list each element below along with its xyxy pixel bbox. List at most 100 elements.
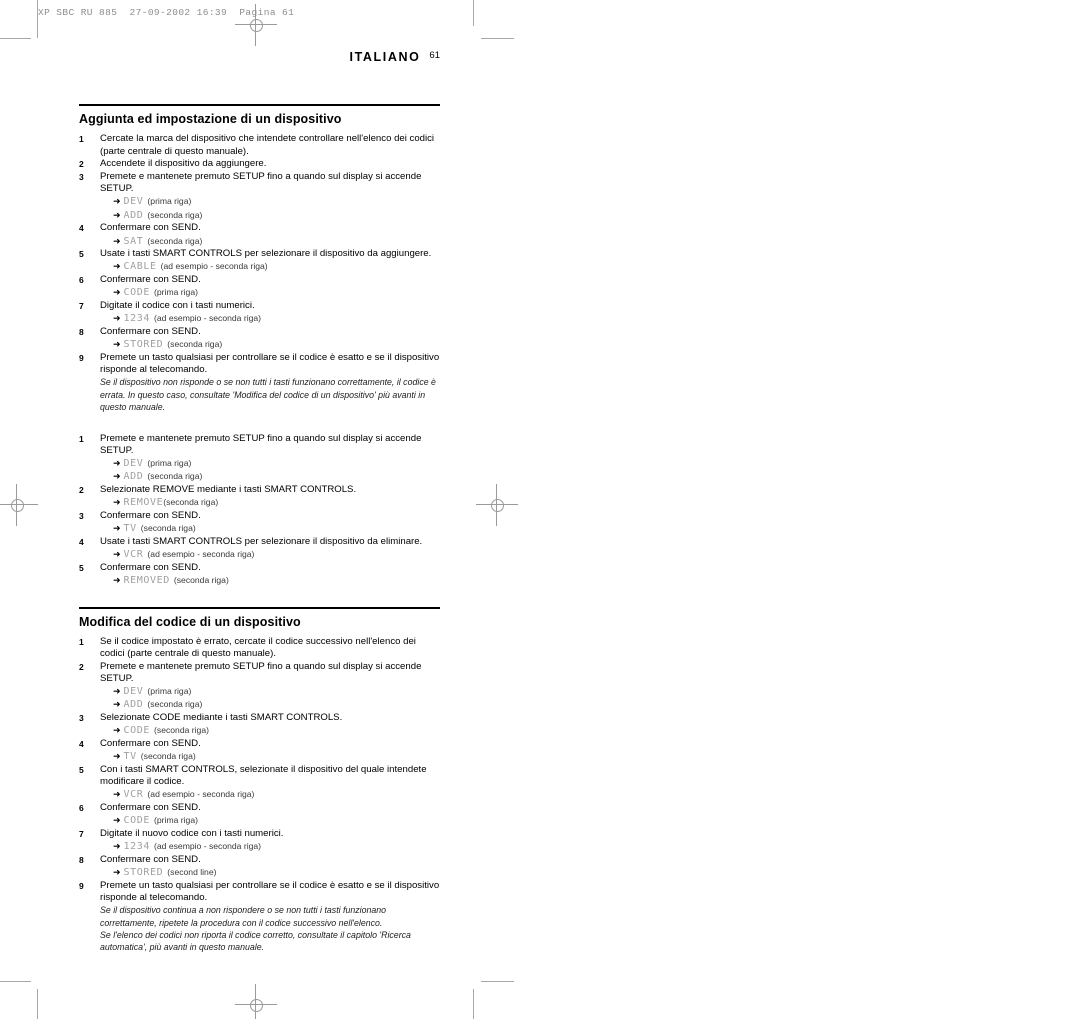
section-rule xyxy=(79,606,440,609)
display-line-note: (seconda riga) xyxy=(167,339,223,350)
display-line-note: (seconda riga) xyxy=(140,523,196,534)
step-item: 5 Confermare con SEND. ➜ REMOVED (seconda ri… xyxy=(79,562,440,587)
step-text: Confermare con SEND. xyxy=(100,738,201,750)
step-text: Usate i tasti SMART CONTROLS per selezio… xyxy=(100,535,423,547)
display-readout-line: ➜ ADD (seconda riga) xyxy=(113,209,440,222)
arrow-right-icon: ➜ xyxy=(113,313,121,324)
step-body: Digitate il codice con i tasti numerici.… xyxy=(100,300,440,325)
step-body: Cercate la marca del dispositivo che int… xyxy=(100,133,440,157)
step-item: 2 Accendete il dispositivo da aggiungere. xyxy=(79,158,440,170)
step-body: Confermare con SEND. ➜ TV (seconda riga) xyxy=(100,738,440,763)
lcd-display-text: 1234 xyxy=(123,841,151,853)
step-remark: Se l'elenco dei codici non riporta il co… xyxy=(100,929,411,953)
arrow-right-icon: ➜ xyxy=(113,458,121,469)
step-number: 8 xyxy=(79,854,84,865)
step-item: 1 Cercate la marca del dispositivo che in… xyxy=(79,133,440,157)
step-item: 8 Confermare con SEND. ➜ STORED (second line… xyxy=(79,854,440,879)
display-line-note: (prima riga) xyxy=(154,287,198,298)
step-body: Usate i tasti SMART CONTROLS per selezio… xyxy=(100,536,440,561)
registration-mark-left xyxy=(0,484,38,526)
step-item: 3 Selezionate CODE mediante i tasti SMART… xyxy=(79,712,440,737)
step-item: 7 Digitate il nuovo codice con i tasti nu… xyxy=(79,828,440,853)
arrow-right-icon: ➜ xyxy=(113,686,121,697)
page-content: Aggiunta ed impostazione di un dispositi… xyxy=(79,104,440,954)
display-readout-line: ➜ VCR (ad esempio - seconda riga) xyxy=(113,788,440,801)
arrow-right-icon: ➜ xyxy=(113,523,121,534)
arrow-right-icon: ➜ xyxy=(113,867,121,878)
step-item: 2 Premete e mantenete premuto SETUP fino … xyxy=(79,661,440,712)
lcd-display-text: SAT xyxy=(123,235,144,247)
arrow-right-icon: ➜ xyxy=(113,548,121,559)
step-number: 4 xyxy=(79,223,84,234)
display-line-note: (seconda riga) xyxy=(154,725,209,736)
arrow-right-icon: ➜ xyxy=(113,261,121,272)
step-text: Confermare con SEND. xyxy=(100,222,201,234)
display-readout-line: ➜ CODE (seconda riga) xyxy=(113,724,440,737)
display-line-note: (second line) xyxy=(167,867,217,878)
step-text: Premete e mantenete premuto SETUP fino a… xyxy=(100,170,422,195)
step-number: 1 xyxy=(79,636,84,647)
display-line-note: (ad esempio - seconda riga) xyxy=(154,841,262,852)
step-text: Digitate il nuovo codice con i tasti num… xyxy=(100,827,284,839)
display-line-note: (prima riga) xyxy=(147,196,192,207)
display-line-note: (seconda riga) xyxy=(147,209,203,220)
lcd-display-text: VCR xyxy=(123,789,144,801)
step-number: 9 xyxy=(79,352,84,363)
step-item: 9 Premete un tasto qualsiasi per controll… xyxy=(79,880,440,954)
step-item: 3 Premete e mantenete premuto SETUP fino … xyxy=(79,171,440,222)
step-number: 5 xyxy=(79,562,84,573)
arrow-right-icon: ➜ xyxy=(113,789,121,800)
step-text: Selezionate REMOVE mediante i tasti SMAR… xyxy=(100,483,357,495)
step-body: Confermare con SEND. ➜ REMOVED (seconda rig… xyxy=(100,562,440,587)
step-body: Premete e mantenete premuto SETUP fino a… xyxy=(100,661,440,712)
step-number: 2 xyxy=(79,159,84,170)
lcd-display-text: 1234 xyxy=(123,313,151,325)
step-text: Selezionate CODE mediante i tasti SMART … xyxy=(100,712,343,724)
step-body: Selezionate CODE mediante i tasti SMART … xyxy=(100,712,440,737)
arrow-right-icon: ➜ xyxy=(113,287,121,298)
display-line-note: (ad esempio - seconda riga) xyxy=(154,313,262,324)
display-line-note: (seconda riga) xyxy=(147,699,203,710)
crop-line-bottom-right-vertical xyxy=(473,989,474,1019)
step-text: Confermare con SEND. xyxy=(100,325,201,337)
step-number: 3 xyxy=(79,171,84,182)
lcd-display-text: TV xyxy=(123,523,137,535)
step-body: Selezionate REMOVE mediante i tasti SMAR… xyxy=(100,484,440,509)
step-number: 8 xyxy=(79,326,84,337)
step-item: 6 Confermare con SEND. ➜ CODE (prima riga) xyxy=(79,802,440,827)
step-number: 3 xyxy=(79,713,84,724)
running-head: ITALIANO 61 xyxy=(79,48,440,66)
display-readout-line: ➜ STORED (seconda riga) xyxy=(113,338,440,351)
display-readout-line: ➜ ADD (seconda riga) xyxy=(113,470,440,483)
step-text: Usate i tasti SMART CONTROLS per selezio… xyxy=(100,248,432,260)
step-number: 2 xyxy=(79,661,84,672)
lcd-display-text: CABLE xyxy=(123,261,157,273)
display-readout-line: ➜ CODE (prima riga) xyxy=(113,814,440,827)
step-item: 5 Usate i tasti SMART CONTROLS per selezi… xyxy=(79,248,440,273)
step-item: 1 Se il codice impostato è errato, cercat… xyxy=(79,636,440,660)
step-number: 3 xyxy=(79,510,84,521)
arrow-right-icon: ➜ xyxy=(113,699,121,710)
step-body: Confermare con SEND. ➜ CODE (prima riga) xyxy=(100,274,440,299)
step-item: 6 Confermare con SEND. ➜ CODE (prima riga) xyxy=(79,274,440,299)
display-line-note: (seconda riga) xyxy=(147,235,203,246)
lcd-display-text: CODE xyxy=(123,725,151,737)
arrow-right-icon: ➜ xyxy=(113,725,121,736)
step-body: Confermare con SEND. ➜ STORED (second line) xyxy=(100,854,440,879)
step-body: Confermare con SEND. ➜ CODE (prima riga) xyxy=(100,802,440,827)
lcd-display-text: DEV xyxy=(123,686,144,698)
crop-line-bottom-left-vertical xyxy=(37,989,38,1019)
step-item: 9 Premete un tasto qualsiasi per controll… xyxy=(79,352,440,413)
page-number: 61 xyxy=(429,50,440,61)
step-body: Digitate il nuovo codice con i tasti num… xyxy=(100,828,440,853)
manual-page: XP SBC RU 885 27-09-2002 16:39 Pagina 61… xyxy=(0,0,1080,1019)
step-text: Confermare con SEND. xyxy=(100,274,201,286)
step-text: Confermare con SEND. xyxy=(100,853,201,865)
section-title: Aggiunta ed impostazione di un dispositi… xyxy=(79,112,342,126)
display-readout-line: ➜ TV (seconda riga) xyxy=(113,522,440,535)
crop-line-top-left-vertical xyxy=(37,0,38,38)
display-readout-line: ➜ CABLE (ad esempio - seconda riga) xyxy=(113,260,440,273)
display-readout-line: ➜ VCR (ad esempio - seconda riga) xyxy=(113,548,440,561)
step-item: 3 Confermare con SEND. ➜ TV (seconda riga) xyxy=(79,510,440,535)
step-item: 1 Premete e mantenete premuto SETUP fino … xyxy=(79,433,440,484)
